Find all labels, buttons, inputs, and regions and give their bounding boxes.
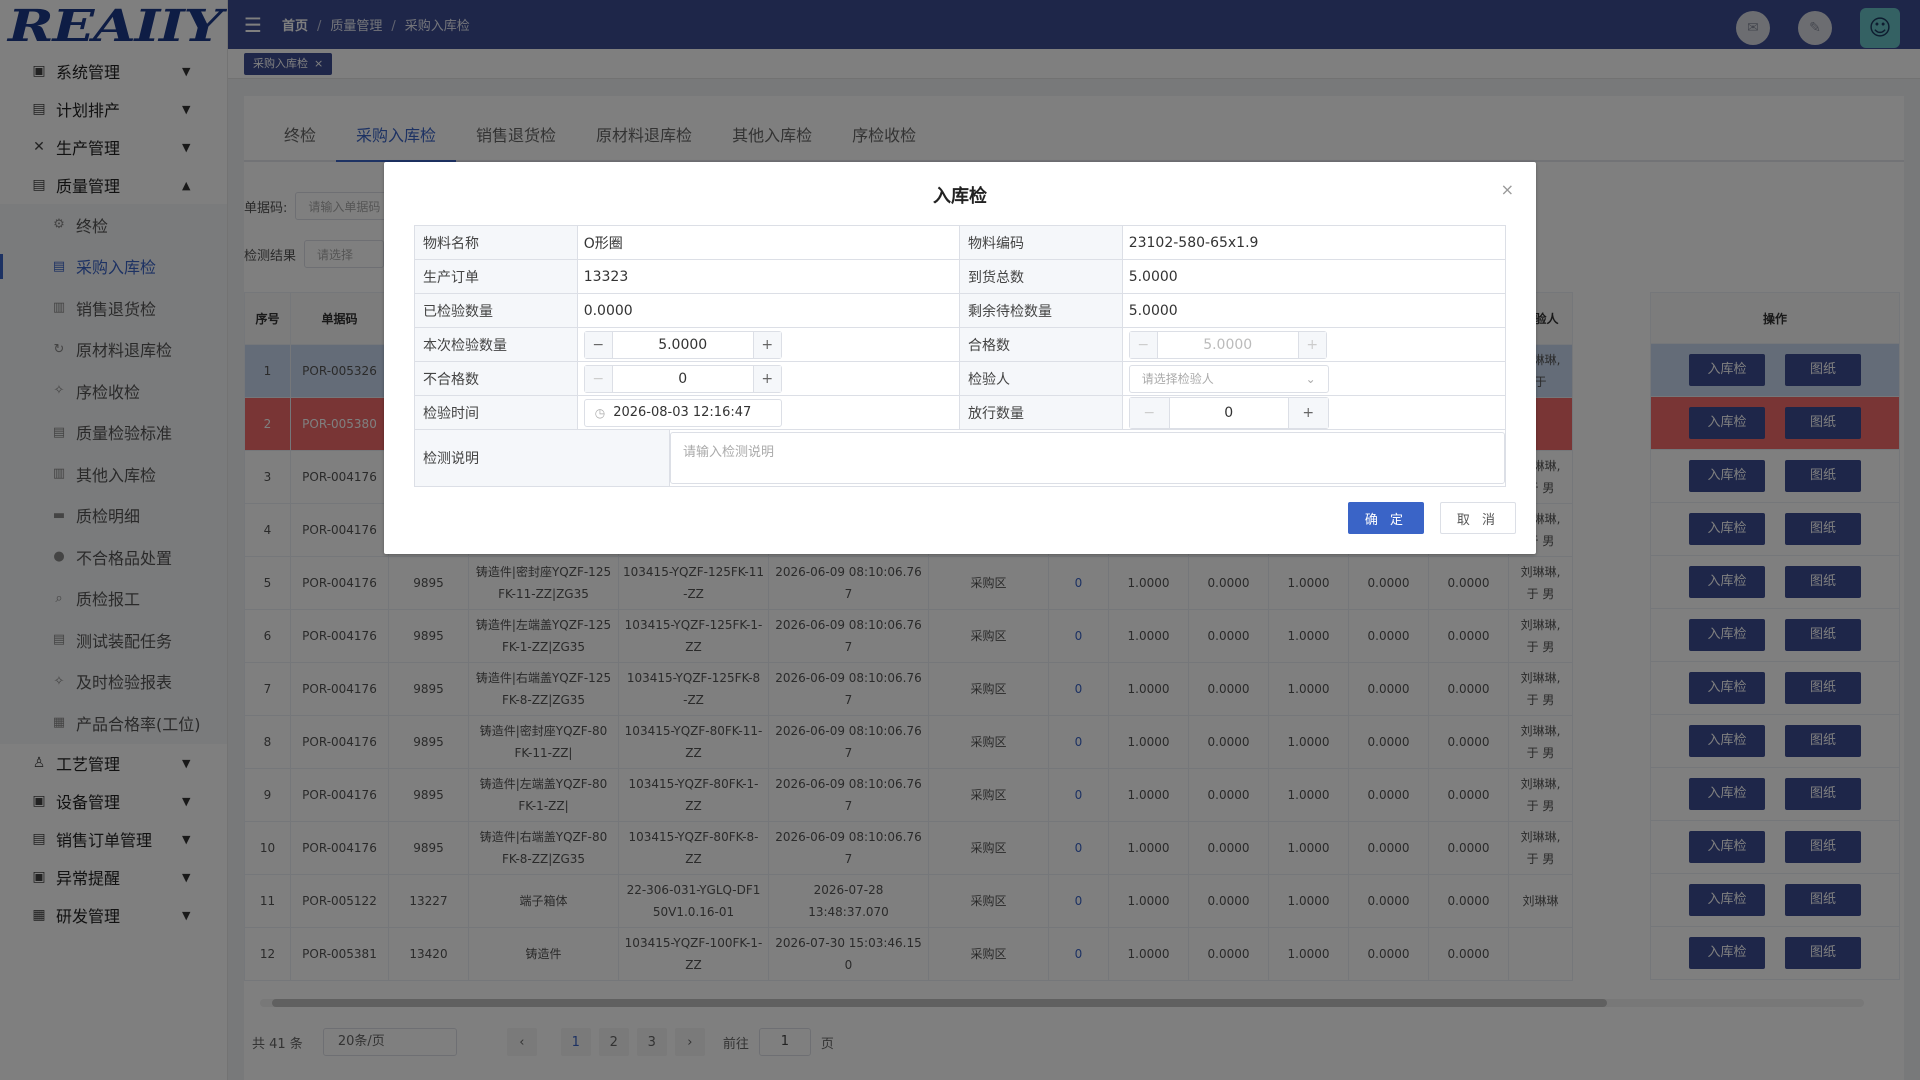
release-cell: − 0 +	[1123, 396, 1505, 429]
arrival-value: 5.0000	[1128, 268, 1178, 285]
inspector-placeholder: 请选择检验人	[1141, 372, 1214, 386]
unqualified-stepper: − 0 +	[583, 364, 782, 393]
minus-icon[interactable]: −	[1129, 397, 1170, 428]
material-name-label: 物料名称	[415, 226, 578, 259]
form-row: 检测说明 请输入检测说明	[415, 430, 1505, 486]
time-picker[interactable]: ◷ 2026-08-03 12:16:47	[583, 398, 782, 427]
form-row: 不合格数 − 0 + 检验人 请选择检验人 ⌄	[415, 362, 1505, 396]
form-row: 物料名称 O形圈 物料编码 23102-580-65x1.9	[415, 226, 1505, 260]
desc-textarea[interactable]: 请输入检测说明	[670, 432, 1505, 484]
close-icon[interactable]: ×	[1501, 180, 1514, 199]
minus-icon[interactable]: −	[584, 331, 613, 358]
qualified-input: 5.0000	[1203, 336, 1253, 353]
unqualified-cell: − 0 +	[578, 362, 960, 395]
plus-icon[interactable]: +	[752, 331, 781, 358]
time-value: 2026-08-03 12:16:47	[613, 405, 752, 420]
qualified-cell: − 5.0000 +	[1123, 328, 1505, 361]
inspected-value: 0.0000	[578, 294, 960, 327]
release-label: 放行数量	[960, 396, 1123, 429]
inspector-label: 检验人	[960, 362, 1123, 395]
this-qty-stepper: − 5.0000 +	[583, 330, 782, 359]
plus-icon[interactable]: +	[752, 365, 781, 392]
this-qty-cell: − 5.0000 +	[578, 328, 960, 361]
this-qty-input[interactable]: 5.0000	[613, 337, 753, 353]
unqualified-label: 不合格数	[415, 362, 578, 395]
inspector-cell: 请选择检验人 ⌄	[1123, 362, 1505, 395]
clock-icon: ◷	[594, 405, 606, 420]
form-row: 本次检验数量 − 5.0000 + 合格数 − 5.0000 +	[415, 328, 1505, 362]
order-label: 生产订单	[415, 260, 578, 293]
arrival-label: 到货总数	[960, 260, 1123, 293]
inspection-form: 物料名称 O形圈 物料编码 23102-580-65x1.9 生产订单 1332…	[414, 225, 1506, 487]
time-label: 检验时间	[415, 396, 578, 429]
material-code-value: 23102-580-65x1.9	[1128, 234, 1259, 251]
confirm-button[interactable]: 确 定	[1348, 502, 1424, 534]
chevron-down-icon: ⌄	[1305, 371, 1316, 386]
minus-icon: −	[1129, 331, 1158, 358]
qualified-stepper: − 5.0000 +	[1128, 330, 1327, 359]
form-row: 已检验数量 0.0000 剩余待检数量 5.0000	[415, 294, 1505, 328]
form-row: 检验时间 ◷ 2026-08-03 12:16:47 放行数量 − 0 +	[415, 396, 1505, 430]
qualified-label: 合格数	[960, 328, 1123, 361]
dialog-buttons: 确 定 取 消	[1348, 502, 1516, 534]
inspector-select[interactable]: 请选择检验人 ⌄	[1128, 364, 1329, 393]
order-value: 13323	[578, 260, 960, 293]
cancel-button[interactable]: 取 消	[1440, 502, 1516, 534]
inspected-label: 已检验数量	[415, 294, 578, 327]
material-name-value: O形圈	[578, 226, 960, 259]
material-code-label: 物料编码	[960, 226, 1123, 259]
unqualified-input[interactable]: 0	[613, 371, 753, 387]
remaining-label: 剩余待检数量	[960, 294, 1123, 327]
inbound-inspection-dialog: 入库检 × 物料名称 O形圈 物料编码 23102-580-65x1.9 生产订…	[384, 162, 1536, 554]
release-stepper: − 0 +	[1128, 396, 1329, 429]
dialog-title: 入库检	[933, 186, 987, 207]
release-input[interactable]: 0	[1170, 405, 1288, 421]
time-cell: ◷ 2026-08-03 12:16:47	[578, 396, 960, 429]
remaining-value: 5.0000	[1128, 302, 1178, 319]
form-row: 生产订单 13323 到货总数 5.0000	[415, 260, 1505, 294]
this-qty-label: 本次检验数量	[415, 328, 578, 361]
minus-icon[interactable]: −	[584, 365, 613, 392]
desc-label: 检测说明	[415, 430, 670, 486]
plus-icon: +	[1297, 331, 1326, 358]
plus-icon[interactable]: +	[1287, 397, 1328, 428]
